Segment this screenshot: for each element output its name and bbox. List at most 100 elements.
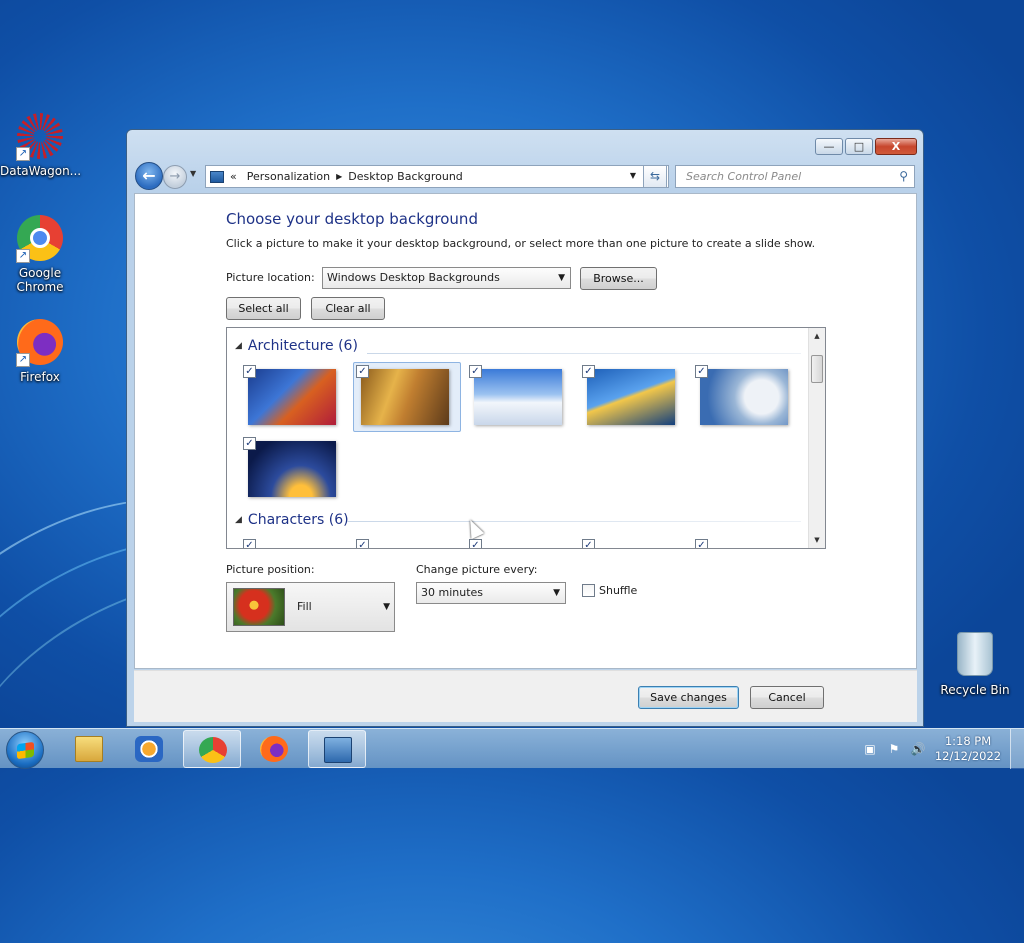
change-picture-select[interactable]: 30 minutes ▼ bbox=[416, 582, 566, 604]
picture-location-select[interactable]: Windows Desktop Backgrounds ▼ bbox=[322, 267, 571, 289]
thumbnail-checkbox[interactable]: ✓ bbox=[243, 437, 256, 450]
wallpaper-thumbnail[interactable]: ✓ bbox=[353, 536, 461, 548]
thumbnail-checkbox[interactable]: ✓ bbox=[695, 539, 708, 548]
select-all-button[interactable]: Select all bbox=[226, 297, 301, 320]
wallpaper-thumbnail[interactable]: ✓ bbox=[353, 362, 461, 432]
desktop-icon-label: DataWagon... bbox=[0, 164, 82, 178]
change-picture-value: 30 minutes bbox=[421, 586, 484, 599]
breadcrumb-item-personalization[interactable]: Personalization bbox=[247, 170, 330, 183]
group-title: Architecture (6) bbox=[247, 338, 358, 354]
thumbnail-checkbox[interactable]: ✓ bbox=[469, 365, 482, 378]
show-desktop-button[interactable] bbox=[1010, 729, 1024, 769]
group-divider bbox=[347, 521, 801, 522]
desktop-icon-recycle-bin[interactable]: Recycle Bin bbox=[935, 630, 1015, 697]
wallpaper-image bbox=[248, 369, 336, 425]
scroll-up-icon[interactable]: ▲ bbox=[809, 328, 825, 344]
wallpaper-image bbox=[587, 369, 675, 425]
arrow-right-icon: → bbox=[169, 169, 181, 184]
taskbar-firefox[interactable] bbox=[245, 730, 303, 768]
desktop-icon-chrome[interactable]: ↗ Google Chrome bbox=[0, 214, 80, 294]
windows-explorer-icon bbox=[75, 736, 103, 762]
wallpaper-thumbnail[interactable]: ✓ bbox=[692, 362, 800, 432]
change-picture-label: Change picture every: bbox=[416, 563, 538, 576]
address-bar[interactable]: « Personalization ▶ Desktop Background ▼ bbox=[205, 165, 669, 188]
content-pane: Choose your desktop background Click a p… bbox=[134, 193, 917, 669]
desktop-icon-firefox[interactable]: ↗ Firefox bbox=[0, 318, 80, 384]
arrow-left-icon: ← bbox=[142, 166, 156, 185]
desktop-icon-label: Firefox bbox=[20, 370, 60, 384]
chevron-down-icon: ▼ bbox=[190, 169, 197, 178]
shuffle-checkbox[interactable]: Shuffle bbox=[582, 584, 637, 597]
taskbar-chrome[interactable] bbox=[183, 730, 241, 768]
desktop-icon-datawagon[interactable]: ↗ DataWagon... bbox=[0, 112, 82, 178]
action-center-flag-icon[interactable]: ⚑ bbox=[886, 741, 902, 757]
checkbox-box[interactable] bbox=[582, 584, 595, 597]
desktop-icon-label: Recycle Bin bbox=[940, 683, 1010, 697]
wallpaper-thumbnail[interactable]: ✓ bbox=[579, 536, 687, 548]
start-button[interactable] bbox=[6, 731, 44, 769]
media-player-icon bbox=[135, 736, 163, 762]
address-dropdown-icon[interactable]: ▼ bbox=[630, 171, 636, 180]
recycle-bin-icon bbox=[951, 632, 999, 680]
thumbnail-checkbox[interactable]: ✓ bbox=[695, 365, 708, 378]
wallpaper-thumbnail[interactable]: ✓ bbox=[466, 536, 574, 548]
maximize-button[interactable]: □ bbox=[845, 138, 873, 155]
back-button[interactable]: ← bbox=[135, 162, 163, 190]
refresh-button[interactable]: ⇆ bbox=[643, 165, 667, 188]
shortcut-arrow-icon: ↗ bbox=[16, 147, 30, 161]
picture-position-value: Fill bbox=[297, 600, 312, 613]
recent-pages-dropdown[interactable]: ▼ bbox=[190, 169, 196, 178]
thumbnail-checkbox[interactable]: ✓ bbox=[582, 365, 595, 378]
browse-button[interactable]: Browse... bbox=[580, 267, 657, 290]
control-panel-icon bbox=[210, 170, 224, 183]
thumbnail-checkbox[interactable]: ✓ bbox=[469, 539, 482, 548]
breadcrumb-item-desktop-background[interactable]: Desktop Background bbox=[348, 170, 463, 183]
wallpaper-thumbnail[interactable]: ✓ bbox=[692, 536, 800, 548]
wallpaper-thumbnail[interactable]: ✓ bbox=[579, 362, 687, 432]
picture-position-select[interactable]: Fill ▼ bbox=[226, 582, 395, 632]
wallpaper-thumbnail[interactable]: ✓ bbox=[240, 434, 348, 504]
taskbar: ▣ ⚑ 🔊 1:18 PM 12/12/2022 bbox=[0, 728, 1024, 769]
volume-icon[interactable]: 🔊 bbox=[910, 741, 926, 757]
breadcrumb-overflow[interactable]: « bbox=[230, 170, 237, 183]
collapse-triangle-icon[interactable]: ◢ bbox=[235, 341, 242, 351]
taskbar-explorer[interactable] bbox=[60, 730, 118, 768]
forward-button[interactable]: → bbox=[163, 165, 187, 189]
search-icon[interactable]: ⚲ bbox=[899, 166, 908, 187]
wallpaper-image bbox=[700, 369, 788, 425]
navigation-bar: ← → ▼ « Personalization ▶ Desktop Backgr… bbox=[135, 162, 915, 190]
collapse-triangle-icon[interactable]: ◢ bbox=[235, 515, 242, 525]
thumbnail-checkbox[interactable]: ✓ bbox=[243, 539, 256, 548]
cancel-button[interactable]: Cancel bbox=[750, 686, 824, 709]
wallpaper-image bbox=[361, 369, 449, 425]
wallpaper-thumbnail[interactable]: ✓ bbox=[240, 362, 348, 432]
taskbar-control-panel[interactable] bbox=[308, 730, 366, 768]
clock[interactable]: 1:18 PM 12/12/2022 bbox=[930, 734, 1006, 764]
wallpaper-gallery: ◢ Architecture (6) ✓ ✓ ✓ ✓ ✓ ✓ ◢ Character… bbox=[226, 327, 826, 549]
clear-all-button[interactable]: Clear all bbox=[311, 297, 385, 320]
thumbnail-checkbox[interactable]: ✓ bbox=[243, 365, 256, 378]
firefox-icon bbox=[260, 736, 288, 762]
group-header-architecture[interactable]: ◢ Architecture (6) bbox=[235, 338, 358, 354]
group-divider bbox=[367, 353, 801, 354]
scrollbar-thumb[interactable] bbox=[811, 355, 823, 383]
breadcrumb-separator-icon[interactable]: ▶ bbox=[336, 172, 342, 181]
thumbnail-checkbox[interactable]: ✓ bbox=[356, 365, 369, 378]
save-changes-button[interactable]: Save changes bbox=[638, 686, 739, 709]
picture-position-label: Picture position: bbox=[226, 563, 315, 576]
wallpaper-image bbox=[474, 369, 562, 425]
group-header-characters[interactable]: ◢ Characters (6) bbox=[235, 512, 349, 528]
gallery-scrollbar[interactable]: ▲ ▼ bbox=[808, 328, 825, 548]
search-input[interactable]: Search Control Panel ⚲ bbox=[675, 165, 915, 188]
dialog-footer: Save changes Cancel bbox=[134, 670, 917, 722]
scroll-down-icon[interactable]: ▼ bbox=[809, 532, 825, 548]
taskbar-media-player[interactable] bbox=[120, 730, 178, 768]
thumbnail-checkbox[interactable]: ✓ bbox=[582, 539, 595, 548]
refresh-icon: ⇆ bbox=[649, 169, 661, 183]
close-button[interactable]: X bbox=[875, 138, 917, 155]
wallpaper-thumbnail[interactable]: ✓ bbox=[240, 536, 348, 548]
thumbnail-checkbox[interactable]: ✓ bbox=[356, 539, 369, 548]
minimize-button[interactable]: — bbox=[815, 138, 843, 155]
network-icon[interactable]: ▣ bbox=[862, 741, 878, 757]
wallpaper-thumbnail[interactable]: ✓ bbox=[466, 362, 574, 432]
